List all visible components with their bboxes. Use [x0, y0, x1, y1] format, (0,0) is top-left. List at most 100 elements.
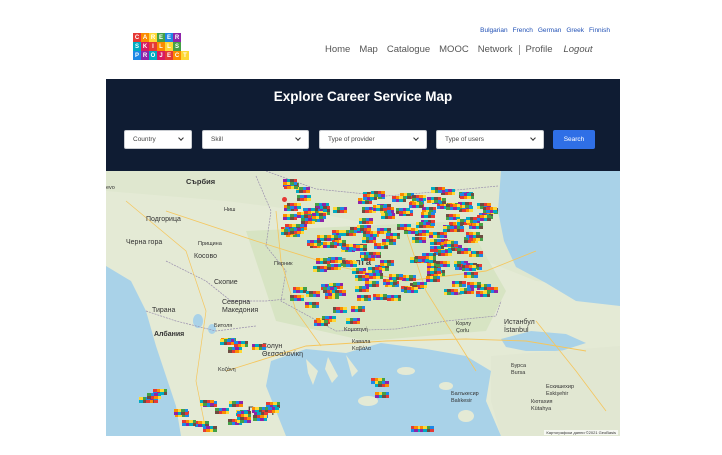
country-select[interactable]: Country	[124, 130, 192, 149]
lang-french[interactable]: French	[513, 27, 533, 34]
lang-german[interactable]: German	[538, 27, 561, 34]
service-marker[interactable]	[411, 236, 426, 243]
service-marker[interactable]	[431, 186, 446, 193]
nav-mooc[interactable]: MOOC	[439, 44, 469, 55]
service-marker[interactable]	[387, 294, 402, 301]
service-marker[interactable]	[283, 178, 298, 185]
nav-network[interactable]: Network	[478, 44, 513, 55]
service-marker[interactable]	[215, 408, 230, 415]
service-marker[interactable]	[466, 282, 481, 289]
service-marker[interactable]	[355, 285, 370, 292]
service-marker[interactable]	[437, 250, 452, 257]
service-marker[interactable]	[362, 236, 377, 243]
service-marker[interactable]	[388, 274, 403, 281]
service-marker[interactable]	[426, 268, 441, 275]
service-marker[interactable]	[375, 391, 390, 398]
service-marker[interactable]	[403, 287, 418, 293]
service-marker[interactable]	[402, 275, 417, 282]
service-marker[interactable]	[460, 192, 475, 199]
service-marker[interactable]	[443, 225, 458, 232]
service-marker[interactable]	[352, 268, 367, 275]
service-marker[interactable]	[368, 266, 383, 273]
service-marker[interactable]	[396, 224, 411, 231]
users-select[interactable]: Type of users	[436, 130, 544, 149]
service-marker[interactable]	[174, 409, 189, 416]
service-marker[interactable]	[386, 232, 401, 239]
service-marker[interactable]	[426, 275, 440, 282]
service-marker[interactable]	[234, 341, 249, 348]
service-marker[interactable]	[352, 244, 367, 251]
service-marker[interactable]	[422, 252, 437, 259]
lang-greek[interactable]: Greek	[566, 27, 584, 34]
service-marker[interactable]	[290, 227, 305, 234]
service-marker[interactable]	[465, 232, 480, 238]
service-marker[interactable]	[332, 307, 347, 314]
nav-home[interactable]: Home	[325, 44, 350, 55]
service-marker[interactable]	[446, 203, 461, 210]
service-marker[interactable]	[443, 240, 458, 247]
nav-catalogue[interactable]: Catalogue	[387, 44, 430, 55]
skill-select[interactable]: Skill	[202, 130, 309, 149]
service-marker[interactable]	[372, 204, 387, 211]
service-marker[interactable]	[253, 415, 268, 422]
service-marker[interactable]	[312, 213, 327, 220]
service-marker[interactable]	[296, 194, 311, 201]
service-marker[interactable]	[358, 218, 373, 225]
service-marker[interactable]	[382, 238, 397, 245]
service-marker[interactable]	[286, 202, 301, 209]
location-pin[interactable]	[282, 197, 287, 202]
search-button[interactable]: Search	[553, 130, 595, 149]
service-marker[interactable]	[323, 241, 338, 248]
service-marker[interactable]	[290, 295, 305, 302]
service-marker[interactable]	[316, 257, 330, 264]
service-marker[interactable]	[220, 339, 235, 346]
nav-profile[interactable]: Profile	[526, 44, 553, 55]
service-marker[interactable]	[457, 248, 472, 255]
service-marker[interactable]	[351, 305, 366, 312]
service-marker[interactable]	[202, 425, 217, 432]
service-marker[interactable]	[360, 255, 375, 262]
service-marker[interactable]	[295, 186, 310, 193]
service-marker[interactable]	[392, 195, 407, 202]
service-marker[interactable]	[357, 294, 372, 301]
service-marker[interactable]	[415, 221, 430, 228]
service-marker[interactable]	[182, 420, 197, 427]
service-marker[interactable]	[228, 401, 243, 408]
lang-bulgarian[interactable]: Bulgarian	[480, 27, 507, 34]
service-marker[interactable]	[408, 201, 423, 208]
service-marker[interactable]	[380, 260, 395, 267]
service-marker[interactable]	[346, 317, 361, 324]
service-marker[interactable]	[362, 230, 377, 237]
service-marker[interactable]	[433, 232, 448, 239]
service-marker[interactable]	[306, 240, 321, 247]
service-marker[interactable]	[419, 426, 434, 432]
service-marker[interactable]	[463, 272, 478, 279]
lang-finnish[interactable]: Finnish	[589, 27, 610, 34]
service-marker[interactable]	[147, 392, 162, 399]
service-marker[interactable]	[381, 212, 396, 219]
provider-select[interactable]: Type of provider	[319, 130, 427, 149]
service-marker[interactable]	[458, 201, 473, 208]
service-marker[interactable]	[199, 399, 214, 406]
service-marker[interactable]	[363, 194, 378, 201]
nav-logout[interactable]: Logout	[563, 44, 592, 55]
service-marker[interactable]	[443, 289, 458, 296]
service-marker[interactable]	[476, 290, 491, 297]
service-marker[interactable]	[460, 288, 475, 295]
service-marker[interactable]	[430, 239, 445, 246]
service-marker[interactable]	[395, 207, 410, 214]
service-marker[interactable]	[354, 274, 369, 281]
service-marker[interactable]	[333, 206, 348, 213]
service-marker[interactable]	[228, 347, 243, 354]
service-marker[interactable]	[420, 212, 435, 219]
service-marker[interactable]	[236, 416, 251, 423]
service-marker[interactable]	[331, 289, 346, 296]
service-marker[interactable]	[313, 320, 328, 327]
service-marker[interactable]	[305, 290, 320, 297]
career-service-map[interactable]: Сърбия Бълга Гърц Косово Скопие Северна …	[106, 171, 620, 436]
service-marker[interactable]	[374, 380, 389, 387]
service-marker[interactable]	[251, 344, 266, 351]
service-marker[interactable]	[283, 214, 298, 221]
service-marker[interactable]	[451, 281, 466, 288]
service-marker[interactable]	[342, 260, 357, 267]
